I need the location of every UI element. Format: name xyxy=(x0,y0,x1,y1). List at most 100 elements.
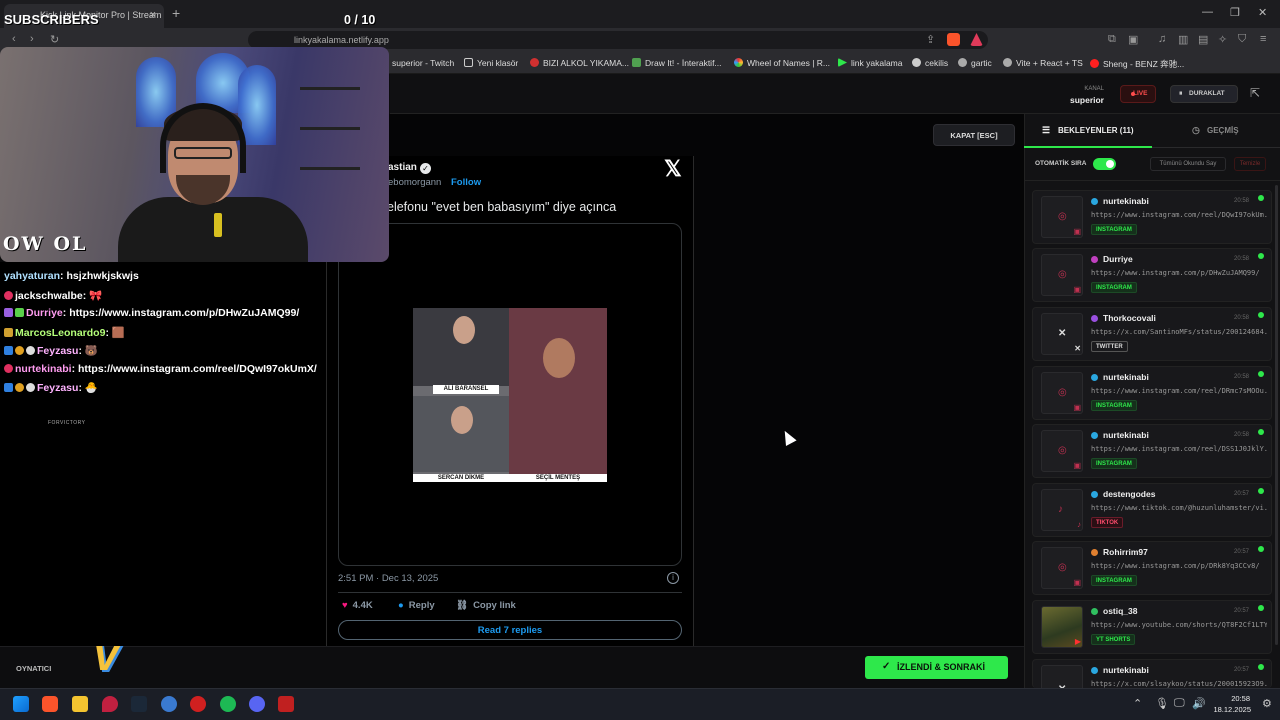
queue-user: ostiq_38 xyxy=(1103,606,1138,616)
subscribers-label: SUBSCRIBERS xyxy=(4,12,99,27)
user-avatar-dot xyxy=(1091,374,1098,381)
steam-icon[interactable] xyxy=(131,696,147,712)
bookmark-item[interactable]: Vite + React + TS xyxy=(1003,58,1083,68)
vpn-icon[interactable]: ⛉ xyxy=(1238,33,1246,46)
minimize-icon[interactable]: — xyxy=(1202,6,1213,18)
microphone xyxy=(214,213,222,237)
app-taskbar-icon[interactable] xyxy=(278,696,294,712)
tray-chevron-icon[interactable]: ⌃ xyxy=(1133,697,1142,710)
queue-item[interactable]: ✕ nurtekinabi 20:57 https://x.com/slsayk… xyxy=(1032,659,1272,688)
share-icon[interactable]: ⇪ xyxy=(926,33,935,46)
discord-icon[interactable] xyxy=(249,696,265,712)
queue-item[interactable]: ▶ ostiq_38 20:57 https://www.youtube.com… xyxy=(1032,600,1272,654)
follow-link[interactable]: Follow xyxy=(451,177,481,188)
tweet-author-handle[interactable]: ebomorgann xyxy=(388,177,441,188)
back-icon[interactable]: ‹ xyxy=(12,33,16,45)
queue-item[interactable]: ✕ ✕ Thorkocovali 20:58 https://x.com/Sant… xyxy=(1032,307,1272,361)
queue-thumb: ◎ ▣ xyxy=(1041,547,1083,589)
brave-shield-icon[interactable] xyxy=(947,33,960,46)
read-replies-button[interactable]: Read 7 replies xyxy=(338,620,682,640)
auto-queue-toggle[interactable] xyxy=(1093,158,1116,170)
maximize-icon[interactable]: ❐ xyxy=(1230,6,1240,19)
queue-item[interactable]: ◎ ▣ nurtekinabi 20:58 https://www.instagr… xyxy=(1032,366,1272,420)
brave-taskbar-icon[interactable] xyxy=(42,696,58,712)
tweet-video[interactable]: ALİ BARANSEL SERCAN DİKME SEÇİL MENTEŞ xyxy=(413,308,607,482)
queue-url: https://www.tiktok.com/@huzunluhamster/v… xyxy=(1091,504,1267,512)
microphone-icon[interactable]: 🎙 xyxy=(1155,697,1169,710)
bookmark-item[interactable]: cekilis xyxy=(912,58,948,68)
bookmark-item[interactable]: gartic xyxy=(958,58,992,68)
x-logo-icon[interactable]: 𝕏 xyxy=(664,156,682,182)
ai-icon[interactable]: ✧ xyxy=(1218,33,1227,46)
chat-user: Feyzasu xyxy=(37,345,79,357)
user-avatar-dot xyxy=(1091,608,1098,615)
glasses xyxy=(174,147,232,159)
tab-waiting[interactable]: ☰ BEKLEYENLER (11) xyxy=(1024,114,1152,148)
user-avatar-dot xyxy=(1091,198,1098,205)
queue-url: https://x.com/SantinoMFs/status/20012468… xyxy=(1091,328,1267,336)
popout-icon[interactable]: ⇱ xyxy=(1250,86,1260,100)
queue-item[interactable]: ♪ ♪ destengodes 20:57 https://www.tiktok.… xyxy=(1032,483,1272,537)
chat-text: https://www.instagram.com/reel/DQwI97okU… xyxy=(78,363,317,375)
volume-icon[interactable]: 🔊 xyxy=(1192,697,1206,710)
reload-icon[interactable]: ↻ xyxy=(50,33,59,46)
queue-url: https://www.instagram.com/reel/DSS1J0Jkl… xyxy=(1091,445,1267,453)
channel-value: superior xyxy=(1069,95,1104,105)
clock-time[interactable]: 20:58 xyxy=(1216,694,1250,703)
queue-url: https://www.instagram.com/p/DRk8Yq3CCv8/ xyxy=(1091,562,1260,570)
copy-link-button[interactable]: ⛓ Copy link xyxy=(456,600,516,611)
notifications-icon[interactable]: ⚙ xyxy=(1262,697,1272,710)
watched-next-button[interactable]: ✓ İZLENDİ & SONRAKİ xyxy=(865,656,1008,679)
bookmark-item[interactable]: Yeni klasör xyxy=(464,58,518,68)
status-dot xyxy=(1258,195,1264,201)
person-body xyxy=(118,197,308,262)
live-button[interactable]: LIVE xyxy=(1120,85,1156,103)
extensions-icon[interactable]: ⧉ xyxy=(1108,33,1116,46)
chat-message: nurtekinabi: https://www.instagram.com/r… xyxy=(4,363,317,375)
clear-button[interactable]: Temizle xyxy=(1234,157,1266,171)
file-explorer-icon[interactable] xyxy=(72,696,88,712)
window-close-icon[interactable]: ✕ xyxy=(1258,6,1267,19)
tab-search-icon[interactable]: ▣ xyxy=(1128,33,1138,46)
queue-item[interactable]: ◎ ▣ nurtekinabi 20:58 https://www.instagr… xyxy=(1032,190,1272,244)
bookmark-item[interactable]: BIZI ALKOL YIKAMA... xyxy=(530,58,629,68)
app-taskbar-icon[interactable] xyxy=(102,696,118,712)
queue-item[interactable]: ◎ ▣ Durriye 20:58 https://www.instagram.c… xyxy=(1032,248,1272,302)
bookmark-item[interactable]: superior - Twitch xyxy=(392,58,454,68)
tweet-timestamp[interactable]: 2:51 PM · Dec 13, 2025 xyxy=(338,573,438,584)
tab-close-icon[interactable]: × xyxy=(150,9,156,21)
queue-item[interactable]: ◎ ▣ Rohirrim97 20:57 https://www.instagra… xyxy=(1032,541,1272,595)
sidebar-icon[interactable]: ▥ xyxy=(1178,33,1188,46)
new-tab-button[interactable]: + xyxy=(172,5,180,21)
wallet-icon[interactable]: ▤ xyxy=(1198,33,1208,46)
user-avatar-dot xyxy=(1091,432,1098,439)
music-icon[interactable]: ♫ xyxy=(1158,33,1166,45)
bookmark-item[interactable]: link yakalama xyxy=(838,58,903,68)
spotify-icon[interactable] xyxy=(220,696,236,712)
queue-time: 20:57 xyxy=(1234,608,1250,614)
like-button[interactable]: ♥ 4.4K xyxy=(342,600,373,611)
reply-button[interactable]: ● Reply xyxy=(398,600,435,611)
bookmark-item[interactable]: Wheel of Names | R... xyxy=(734,58,830,68)
mark-all-read-button[interactable]: Tümünü Okundu Say xyxy=(1150,157,1226,171)
tweet-author-name[interactable]: astian xyxy=(388,162,417,173)
forward-icon[interactable]: › xyxy=(30,33,34,45)
clock-date[interactable]: 18.12.2025 xyxy=(1211,705,1251,714)
app-taskbar-icon[interactable] xyxy=(190,696,206,712)
queue-item[interactable]: ◎ ▣ nurtekinabi 20:58 https://www.instagr… xyxy=(1032,424,1272,478)
close-button[interactable]: KAPAT [ESC] xyxy=(933,124,1015,146)
tab-history[interactable]: ◷ GEÇMİŞ xyxy=(1152,114,1280,148)
sidebar-scrollbar[interactable] xyxy=(1275,185,1278,645)
bookmark-item[interactable]: Sheng - BENZ 奔驰... xyxy=(1090,58,1184,70)
menu-icon[interactable]: ≡ xyxy=(1260,33,1266,45)
history-icon: ◷ xyxy=(1192,125,1200,135)
network-icon[interactable]: 🖵 xyxy=(1174,697,1185,710)
chat-text: 🐣 xyxy=(84,382,98,394)
app-header: KANAL superior LIVE ⏸ DURAKLAT ⇱ xyxy=(390,74,1280,114)
windows-start-icon[interactable] xyxy=(13,696,29,712)
app-taskbar-icon[interactable] xyxy=(161,696,177,712)
queue-user: nurtekinabi xyxy=(1103,196,1149,206)
info-icon[interactable]: i xyxy=(667,572,679,584)
bookmark-item[interactable]: Draw It! - İnteraktif... xyxy=(632,58,722,68)
pause-button[interactable]: ⏸ DURAKLAT xyxy=(1170,85,1238,103)
